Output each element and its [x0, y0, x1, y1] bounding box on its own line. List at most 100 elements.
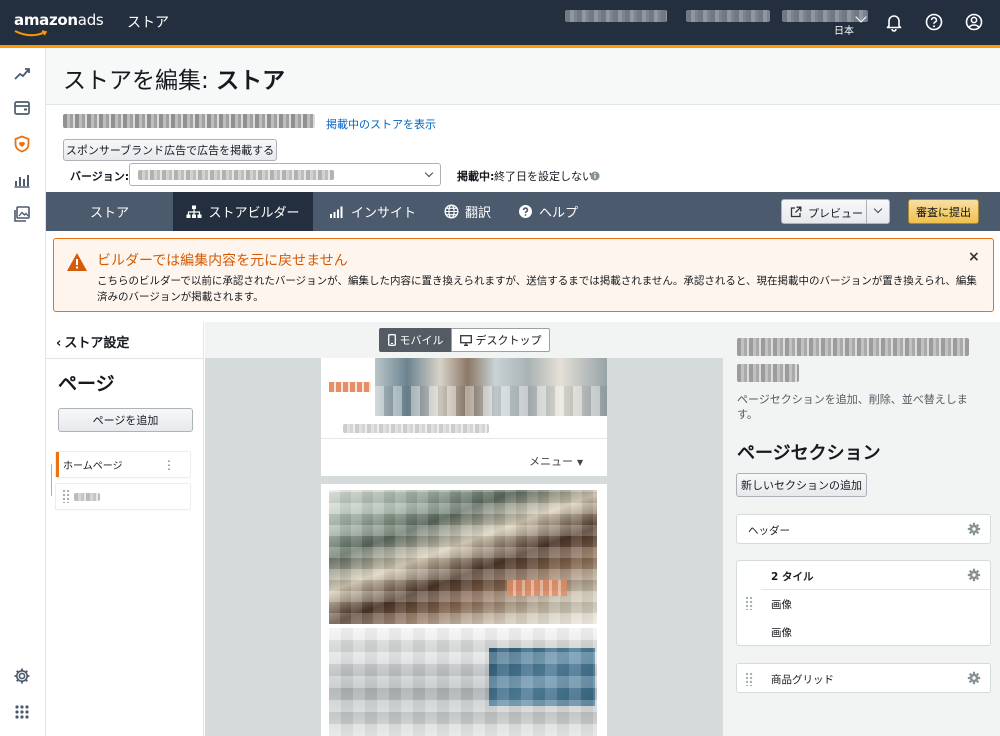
drag-handle-icon[interactable] — [745, 672, 753, 686]
pages-title: ページ — [58, 373, 115, 395]
bar-chart-icon — [330, 206, 343, 218]
alert-title: ビルダーでは編集内容を元に戻せません — [97, 253, 348, 269]
close-icon[interactable]: × — [968, 249, 980, 265]
live-status-value: 終了日を設定しない — [494, 170, 593, 183]
more-options-icon[interactable]: ⋮ — [163, 458, 175, 472]
store-menu[interactable]: メニュー ▼ — [529, 453, 583, 469]
store-settings-label: ストア設定 — [64, 336, 130, 351]
page-sections-description: ページセクションを追加、削除、並べ替えします。 — [737, 393, 968, 421]
gear-icon[interactable] — [967, 671, 981, 685]
desktop-monitor-icon — [459, 334, 472, 346]
amazon-ads-logo[interactable]: amazonads — [14, 11, 104, 29]
page-item-home-label: ホームページ — [63, 461, 123, 472]
page-name-redacted-line-2 — [737, 364, 799, 382]
tab-store-builder-label: ストアビルダー — [208, 206, 300, 221]
mobile-store-preview[interactable]: メニュー ▼ — [321, 358, 607, 736]
warning-alert: ビルダーでは編集内容を元に戻せません こちらのビルダーで以前に承認されたバージョ… — [53, 238, 994, 312]
warning-icon — [67, 253, 87, 271]
add-section-button[interactable]: 新しいセクションの追加 — [736, 473, 867, 497]
store-name-redacted — [63, 114, 315, 128]
add-page-button[interactable]: ページを追加 — [58, 408, 193, 432]
tab-translation[interactable]: 翻訳 — [444, 192, 491, 231]
page-sections-title: ページセクション — [737, 443, 881, 464]
gear-icon[interactable] — [967, 568, 981, 582]
drag-handle-icon[interactable] — [745, 596, 753, 610]
section-product-grid-label: 商品グリッド — [771, 674, 834, 686]
tab-insights[interactable]: インサイト — [329, 192, 416, 231]
bell-icon[interactable] — [884, 12, 904, 32]
section-divider — [761, 589, 991, 590]
mobile-view-button[interactable]: モバイル — [379, 328, 452, 352]
version-select[interactable] — [129, 163, 441, 186]
submit-for-review-button[interactable]: 審査に提出 — [908, 199, 979, 224]
page-item-subpage[interactable] — [56, 484, 190, 509]
country-selector[interactable]: 日本 — [834, 22, 854, 37]
mobile-view-label: モバイル — [399, 334, 444, 347]
bar-chart-icon[interactable] — [12, 170, 32, 190]
section-header[interactable]: ヘッダー — [736, 514, 991, 544]
caret-down-icon: ▼ — [577, 458, 584, 467]
page-header: ストアを編集: ストア — [46, 48, 1000, 105]
desktop-view-button[interactable]: デスクトップ — [451, 328, 550, 352]
preview-button-label: プレビュー — [808, 207, 863, 220]
preview-gap — [321, 476, 607, 484]
trend-icon[interactable] — [12, 64, 32, 84]
brand-shield-icon[interactable] — [12, 134, 32, 154]
page-title-store: ストア — [216, 68, 286, 94]
tile-1-text-redacted — [507, 580, 567, 596]
logo-text: amazon — [14, 11, 78, 29]
external-link-icon — [790, 206, 802, 218]
page-sections-panel: ページセクションを追加、削除、並べ替えします。 ページセクション 新しいセクショ… — [723, 322, 1000, 736]
drag-handle-icon[interactable] — [62, 489, 70, 503]
live-status-label: 掲載中: — [457, 170, 495, 183]
subpage-name-redacted — [74, 493, 100, 501]
view-live-store-link[interactable]: 掲載中のストアを表示 — [326, 116, 436, 132]
panel-divider — [46, 358, 204, 359]
store-logo-redacted — [329, 382, 371, 392]
info-icon[interactable] — [590, 171, 600, 181]
page-item-home[interactable]: ホームページ ⋮ — [56, 452, 190, 477]
user-account-icon[interactable] — [964, 12, 984, 32]
tab-store[interactable]: ストア — [46, 192, 173, 231]
tab-help-label: ヘルプ — [539, 206, 579, 221]
media-library-icon[interactable] — [12, 204, 32, 224]
preview-divider — [321, 438, 607, 439]
page-name-redacted — [737, 338, 969, 356]
store-tagline-redacted — [343, 424, 489, 433]
chevron-left-icon: ‹ — [56, 336, 62, 351]
desktop-view-label: デスクトップ — [475, 334, 542, 347]
tab-store-label: ストア — [89, 206, 129, 221]
page-title-prefix: ストアを編集: — [63, 68, 217, 94]
preview-canvas: モバイル デスクトップ メニュー ▼ — [205, 322, 723, 736]
store-settings-back-link[interactable]: ‹ ストア設定 — [56, 332, 129, 351]
tab-help[interactable]: ヘルプ — [518, 192, 578, 231]
preview-button[interactable]: プレビュー — [781, 199, 890, 224]
version-label: バージョン: — [70, 170, 130, 183]
left-rail — [0, 48, 46, 736]
section-header-label: ヘッダー — [748, 525, 790, 537]
section-tile-image-1[interactable]: 画像 — [771, 597, 792, 612]
section-product-grid[interactable]: 商品グリッド — [736, 663, 991, 693]
alert-body: こちらのビルダーで以前に承認されたバージョンが、編集した内容に置き換えられますが… — [97, 275, 977, 303]
preview-split-divider — [866, 200, 867, 223]
tab-store-builder[interactable]: ストアビルダー — [173, 192, 313, 231]
section-tile-image-2[interactable]: 画像 — [771, 625, 792, 640]
wallet-icon[interactable] — [12, 98, 32, 118]
amazon-smile-icon — [14, 30, 48, 37]
help-icon[interactable] — [924, 12, 944, 32]
gear-icon[interactable] — [967, 522, 981, 536]
tab-translation-label: 翻訳 — [465, 206, 492, 221]
pages-panel: ‹ ストア設定 ページ ページを追加 ホームページ ⋮ — [46, 322, 204, 736]
tile-image-1-pixelation — [329, 490, 597, 624]
apps-grid-icon[interactable] — [12, 702, 32, 722]
gear-icon[interactable] — [12, 666, 32, 686]
app-name: ストア — [127, 15, 169, 31]
chevron-down-icon[interactable] — [873, 204, 883, 214]
section-two-tiles[interactable]: 2 タイル 画像 画像 — [736, 560, 991, 646]
help-icon — [519, 205, 532, 218]
account-name-redacted — [565, 10, 667, 22]
tile-image-2-pixelation — [329, 628, 597, 736]
globe-icon — [444, 204, 459, 219]
page-tree-line — [51, 464, 52, 496]
sponsored-brands-button[interactable]: スポンサーブランド広告で広告を掲載する — [63, 139, 277, 161]
